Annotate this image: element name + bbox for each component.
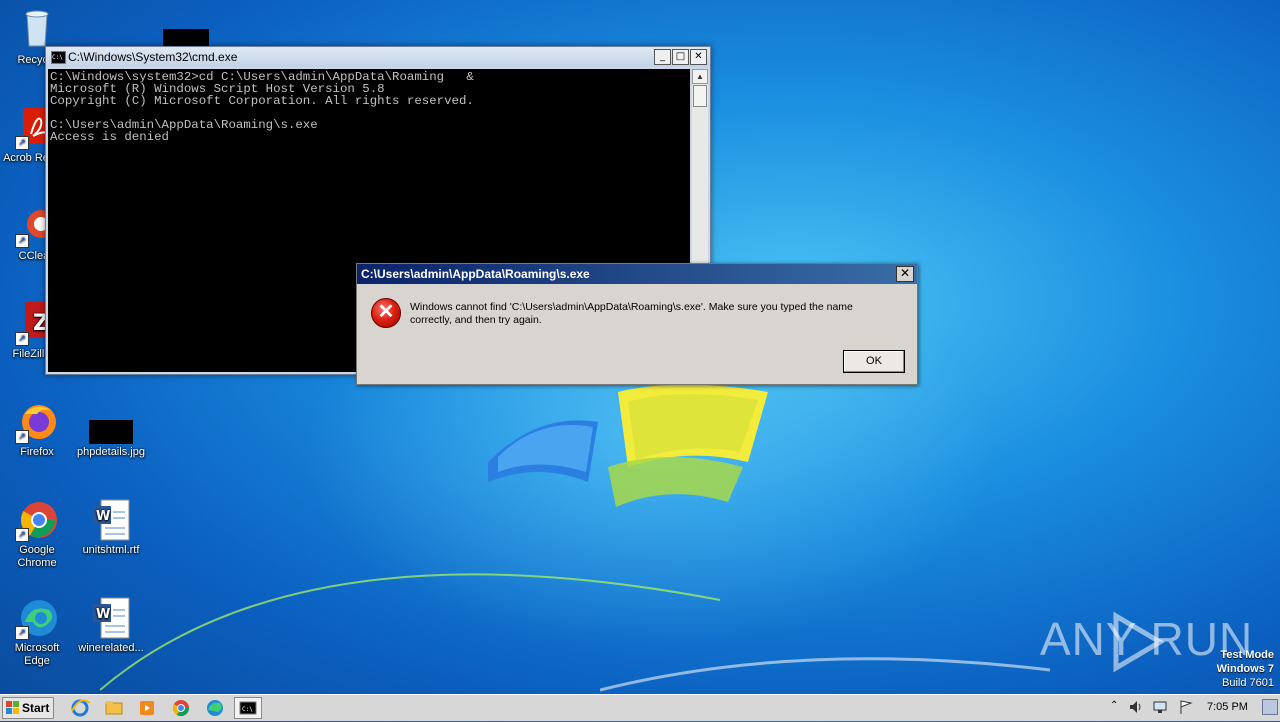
word-document-icon: W	[89, 596, 133, 640]
svg-text:W: W	[96, 509, 110, 524]
taskbar-internet-explorer[interactable]	[66, 697, 94, 719]
desktop-icon-microsoft-edge[interactable]: ↗ Microsoft Edge	[2, 596, 72, 668]
error-dialog[interactable]: C:\Users\admin\AppData\Roaming\s.exe ✕ ✕…	[356, 263, 918, 385]
chrome-icon	[172, 700, 190, 717]
cmd-title: C:\Windows\System32\cmd.exe	[68, 50, 238, 64]
edge-icon	[207, 700, 223, 716]
redacted-icon	[163, 29, 209, 47]
dialog-title: C:\Users\admin\AppData\Roaming\s.exe	[361, 267, 590, 281]
word-document-icon: W	[89, 498, 133, 542]
desktop-icon-winerelated[interactable]: W winerelated...	[76, 596, 146, 655]
clock[interactable]: 7:05 PM	[1207, 701, 1248, 713]
maximize-button[interactable]: □	[672, 49, 689, 65]
windows-flag-icon	[6, 701, 19, 714]
show-hidden-icons-icon[interactable]: ⌃	[1110, 700, 1118, 711]
close-button[interactable]: ✕	[690, 49, 707, 65]
internet-explorer-icon	[71, 699, 91, 717]
action-center-flag-icon[interactable]	[1178, 699, 1194, 715]
image-file-icon	[89, 400, 133, 444]
taskbar-media-player[interactable]	[133, 697, 161, 719]
start-label: Start	[22, 701, 50, 715]
start-button[interactable]: Start	[2, 697, 54, 719]
taskbar-cmd[interactable]: C:\	[234, 697, 262, 719]
play-logo-icon	[1113, 612, 1165, 672]
taskbar: Start C:\ ⌃ 7:05 PM	[0, 694, 1280, 721]
cmd-app-icon: C:\	[51, 51, 66, 64]
firefox-icon: ↗	[15, 400, 59, 444]
desktop-icon-firefox[interactable]: ↗ Firefox	[2, 400, 72, 459]
desktop-icon-unitshtml-rtf[interactable]: W unitshtml.rtf	[76, 498, 146, 557]
show-desktop-button[interactable]	[1262, 699, 1278, 715]
edge-icon: ↗	[15, 596, 59, 640]
taskbar-chrome[interactable]	[167, 697, 195, 719]
network-icon[interactable]	[1152, 699, 1168, 715]
minimize-button[interactable]: _	[654, 49, 671, 65]
svg-text:W: W	[96, 607, 110, 622]
explorer-icon	[105, 701, 123, 715]
dialog-titlebar[interactable]: C:\Users\admin\AppData\Roaming\s.exe ✕	[357, 264, 917, 284]
cmd-icon: C:\	[239, 701, 257, 715]
taskbar-edge[interactable]	[201, 697, 229, 719]
desktop-icon-google-chrome[interactable]: ↗ Google Chrome	[2, 498, 72, 570]
scroll-up-arrow-icon[interactable]: ▲	[692, 69, 708, 84]
volume-icon[interactable]	[1128, 699, 1144, 715]
cmd-titlebar[interactable]: C:\ C:\Windows\System32\cmd.exe _ □ ✕	[46, 47, 710, 67]
chrome-icon: ↗	[15, 498, 59, 542]
taskbar-explorer[interactable]	[100, 697, 128, 719]
ok-button[interactable]: OK	[843, 350, 905, 373]
media-player-icon	[140, 701, 154, 715]
svg-text:C:\: C:\	[242, 706, 253, 713]
dialog-close-button[interactable]: ✕	[896, 266, 914, 282]
scrollbar-thumb[interactable]	[693, 85, 707, 107]
dialog-message: Windows cannot find 'C:\Users\admin\AppD…	[410, 301, 853, 326]
windows-logo	[488, 384, 768, 507]
desktop-icon-phpdetails-jpg[interactable]: phpdetails.jpg	[76, 400, 146, 459]
error-icon: ✕	[371, 298, 401, 328]
test-mode-notice: Test Mode Windows 7 Build 7601	[1216, 649, 1274, 689]
